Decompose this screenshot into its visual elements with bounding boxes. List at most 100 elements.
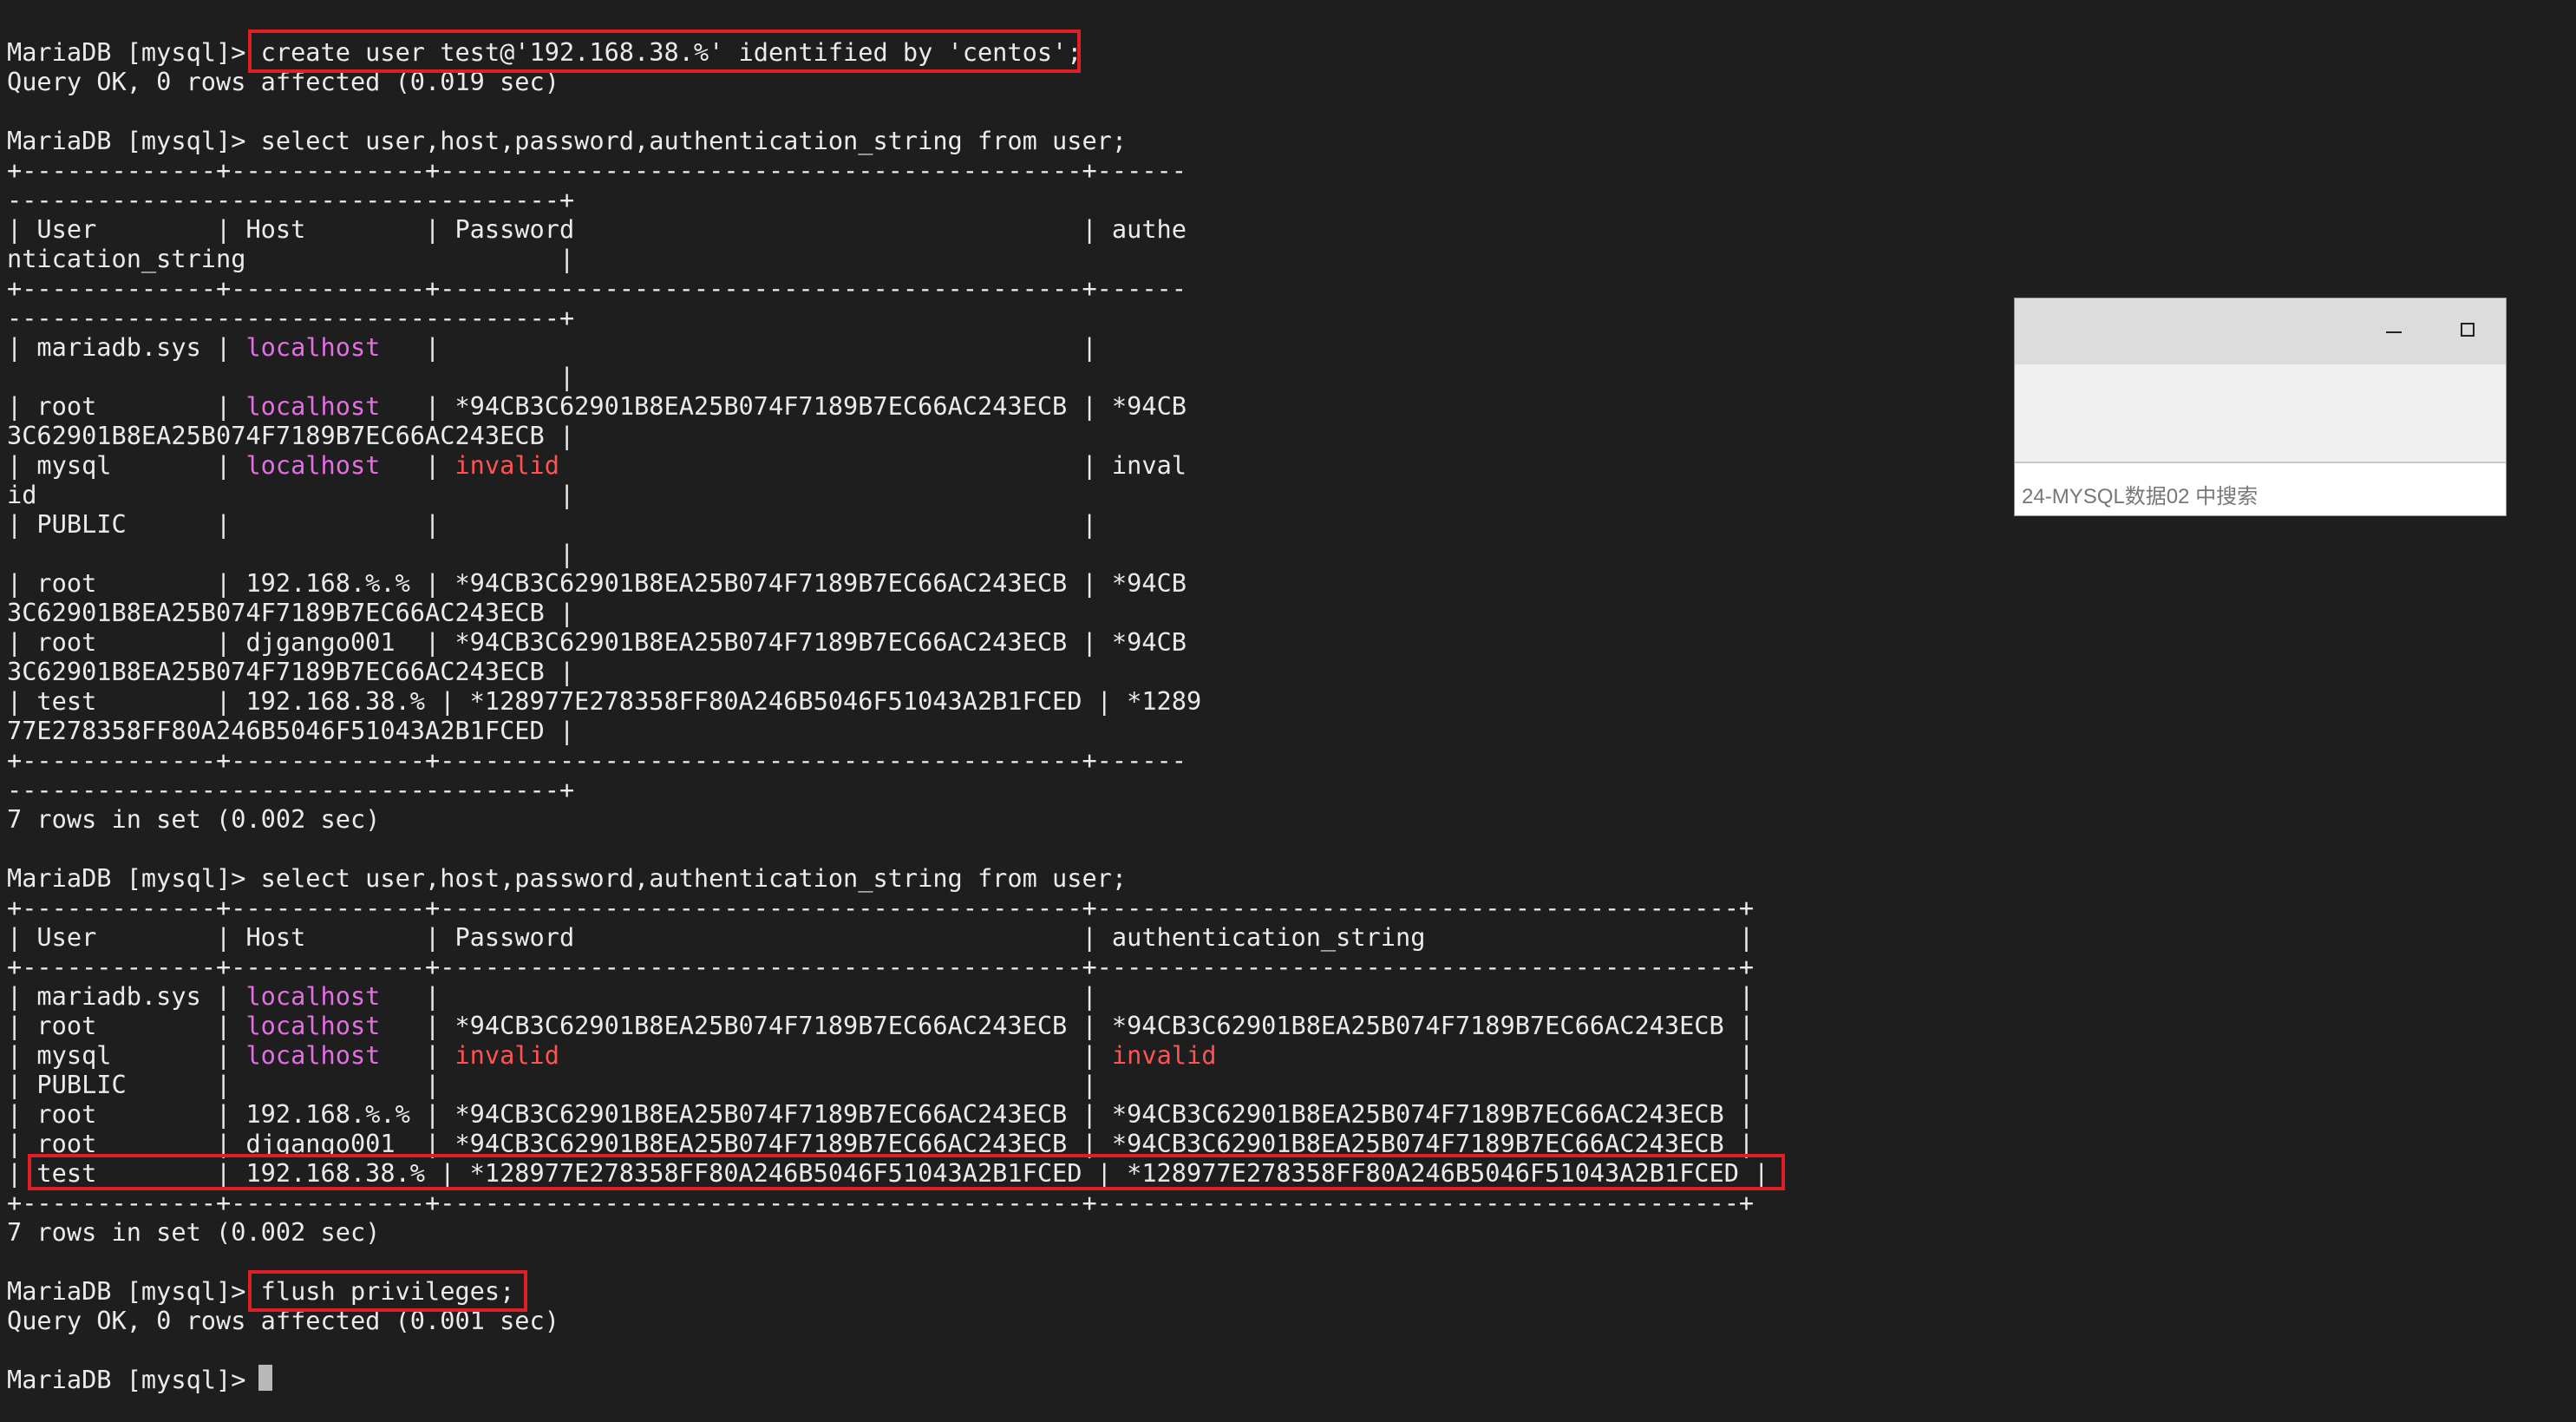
terminal-text-segment: | User | Host | Password | authenticatio… [7, 922, 1755, 952]
popup-body [2015, 364, 2506, 463]
terminal-text-segment: MariaDB [mysql]> select user,host,passwo… [7, 126, 1128, 155]
terminal-text-segment: -------------------------------------+ [7, 303, 575, 332]
terminal-line: -------------------------------------+ [7, 303, 1769, 332]
terminal-line: | User | Host | Password | authenticatio… [7, 922, 1769, 952]
terminal-text-segment: | *94CB3C62901B8EA25B074F7189B7EC66AC243… [380, 391, 1187, 421]
terminal-line: +-------------+-------------+-----------… [7, 273, 1769, 303]
search-popup-window[interactable]: 24-MYSQL数据02 中搜索 [2014, 298, 2507, 516]
terminal-line: | mariadb.sys | localhost | | [7, 332, 1769, 362]
terminal-text-segment: | root | djgango001 | *94CB3C62901B8EA25… [7, 1129, 1755, 1158]
terminal-output: MariaDB [mysql]> create user test@'192.1… [7, 37, 1769, 1394]
terminal-line: +-------------+-------------+-----------… [7, 893, 1769, 922]
terminal-text-segment: MariaDB [mysql]> select user,host,passwo… [7, 863, 1128, 893]
terminal-line: 3C62901B8EA25B074F7189B7EC66AC243ECB | [7, 598, 1769, 627]
popup-titlebar[interactable] [2015, 298, 2506, 364]
terminal-text-segment: ntication_string | [7, 244, 575, 273]
terminal-line: | test | 192.168.38.% | *128977E278358FF… [7, 686, 1769, 716]
terminal-text-segment: -------------------------------------+ [7, 185, 575, 214]
terminal-text-segment: +-------------+-------------+-----------… [7, 745, 1187, 775]
terminal-text-segment: 3C62901B8EA25B074F7189B7EC66AC243ECB | [7, 421, 575, 450]
terminal-line: | PUBLIC | | | [7, 509, 1769, 539]
terminal-text-segment: | mariadb.sys | [7, 332, 246, 362]
terminal-line: 3C62901B8EA25B074F7189B7EC66AC243ECB | [7, 421, 1769, 450]
terminal-text-segment: | [559, 1040, 1112, 1070]
terminal-line: ntication_string | [7, 244, 1769, 273]
terminal-text-segment: | [380, 1040, 455, 1070]
terminal-text-segment: | *94CB3C62901B8EA25B074F7189B7EC66AC243… [380, 1011, 1755, 1040]
terminal-text-segment: | inval [559, 450, 1187, 480]
terminal-line: 7 rows in set (0.002 sec) [7, 804, 1769, 834]
terminal-text-segment: id | [7, 480, 575, 509]
terminal-line: | mysql | localhost | invalid | inval [7, 450, 1769, 480]
terminal-text-segment: | [1216, 1040, 1755, 1070]
terminal-line: MariaDB [mysql]> flush privileges; [7, 1276, 1769, 1306]
terminal-text-segment: 7 rows in set (0.002 sec) [7, 1217, 381, 1247]
terminal-line: | [7, 362, 1769, 391]
terminal-text-segment: Query OK, 0 rows affected (0.001 sec) [7, 1306, 559, 1335]
terminal-line: | root | localhost | *94CB3C62901B8EA25B… [7, 391, 1769, 421]
terminal-text-segment: localhost [245, 1040, 381, 1070]
terminal-text-segment: localhost [245, 981, 381, 1011]
terminal-line: | User | Host | Password | authe [7, 214, 1769, 244]
maximize-button[interactable] [2449, 314, 2487, 349]
terminal-text-segment: 3C62901B8EA25B074F7189B7EC66AC243ECB | [7, 657, 575, 686]
terminal-line: MariaDB [mysql]> create user test@'192.1… [7, 37, 1769, 67]
terminal-text-segment: localhost [245, 1011, 381, 1040]
terminal-text-segment: | mysql | [7, 1040, 246, 1070]
terminal-text-segment: | test | 192.168.38.% | *128977E278358FF… [7, 686, 1202, 716]
terminal-cursor [258, 1365, 272, 1391]
terminal-line: MariaDB [mysql]> select user,host,passwo… [7, 126, 1769, 155]
terminal-text-segment: | [380, 450, 455, 480]
terminal-text-segment: | [7, 362, 575, 391]
terminal-text-segment: 7 rows in set (0.002 sec) [7, 804, 381, 834]
terminal-text-segment: | root | [7, 391, 246, 421]
terminal-text-segment: localhost [245, 332, 381, 362]
terminal-text-segment: +-------------+-------------+-----------… [7, 155, 1187, 185]
terminal-line: MariaDB [mysql]> select user,host,passwo… [7, 863, 1769, 893]
terminal-line: | [7, 539, 1769, 568]
terminal-text-segment: | root | [7, 1011, 246, 1040]
terminal-text-segment: | mysql | [7, 450, 246, 480]
popup-search-bar[interactable]: 24-MYSQL数据02 中搜索 [2015, 469, 2506, 514]
terminal-line: | root | djgango001 | *94CB3C62901B8EA25… [7, 627, 1769, 657]
terminal-line: id | [7, 480, 1769, 509]
terminal-line: | test | 192.168.38.% | *128977E278358FF… [7, 1158, 1769, 1188]
terminal-text-segment: | User | Host | Password | authe [7, 214, 1187, 244]
terminal-line: | mariadb.sys | localhost | | | [7, 981, 1769, 1011]
terminal-window[interactable]: MariaDB [mysql]> create user test@'192.1… [0, 0, 2576, 1422]
terminal-text-segment: | root | 192.168.%.% | *94CB3C62901B8EA2… [7, 568, 1187, 598]
terminal-text-segment: Query OK, 0 rows affected (0.019 sec) [7, 67, 559, 96]
minimize-button[interactable] [2372, 314, 2410, 349]
terminal-line: +-------------+-------------+-----------… [7, 1188, 1769, 1217]
terminal-text-segment: | mariadb.sys | [7, 981, 246, 1011]
terminal-line: -------------------------------------+ [7, 775, 1769, 804]
terminal-text-segment: 77E278358FF80A246B5046F51043A2B1FCED | [7, 716, 575, 745]
terminal-line: +-------------+-------------+-----------… [7, 745, 1769, 775]
terminal-text-segment: | [7, 539, 575, 568]
terminal-text-segment: | test | 192.168.38.% | *128977E278358FF… [7, 1158, 1769, 1188]
terminal-line: Query OK, 0 rows affected (0.001 sec) [7, 1306, 1769, 1335]
terminal-text-segment: | PUBLIC | | | | [7, 1070, 1755, 1099]
terminal-text-segment: | root | 192.168.%.% | *94CB3C62901B8EA2… [7, 1099, 1755, 1129]
terminal-text-segment: | PUBLIC | | | [7, 509, 1097, 539]
terminal-line: | root | localhost | *94CB3C62901B8EA25B… [7, 1011, 1769, 1040]
terminal-line: | root | djgango001 | *94CB3C62901B8EA25… [7, 1129, 1769, 1158]
terminal-line: 77E278358FF80A246B5046F51043A2B1FCED | [7, 716, 1769, 745]
popup-search-text: 24-MYSQL数据02 中搜索 [2022, 485, 2259, 508]
terminal-text-segment: invalid [454, 450, 559, 480]
terminal-text-segment: localhost [245, 391, 381, 421]
terminal-text-segment: | | [380, 332, 1097, 362]
terminal-line: +-------------+-------------+-----------… [7, 155, 1769, 185]
terminal-text-segment: -------------------------------------+ [7, 775, 575, 804]
terminal-line: | mysql | localhost | invalid | invalid … [7, 1040, 1769, 1070]
terminal-text-segment: invalid [454, 1040, 559, 1070]
terminal-text-segment: MariaDB [mysql]> create user test@'192.1… [7, 37, 1082, 67]
terminal-text-segment: | root | djgango001 | *94CB3C62901B8EA25… [7, 627, 1187, 657]
terminal-text-segment: 3C62901B8EA25B074F7189B7EC66AC243ECB | [7, 598, 575, 627]
terminal-text-segment: +-------------+-------------+-----------… [7, 893, 1755, 922]
terminal-text-segment: +-------------+-------------+-----------… [7, 952, 1755, 981]
